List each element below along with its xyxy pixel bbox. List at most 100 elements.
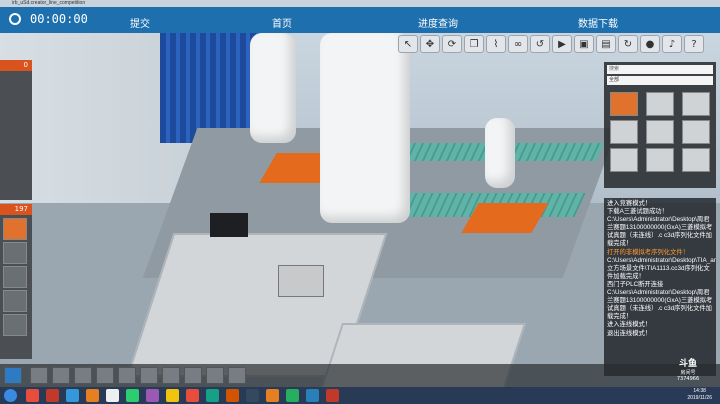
left-panel-top: 0 xyxy=(0,60,32,200)
library-item[interactable] xyxy=(682,92,710,116)
cylinder[interactable] xyxy=(485,118,515,188)
windows-taskbar: 14:38 2019/11/26 xyxy=(0,387,720,404)
wire-icon[interactable]: ⌇ xyxy=(486,35,506,53)
nav-home[interactable]: 首页 xyxy=(272,15,292,30)
app-icon[interactable] xyxy=(306,389,319,402)
lock-count: 0 xyxy=(23,61,28,69)
component-library: 搜索 全部 xyxy=(604,62,716,188)
tool-button[interactable] xyxy=(74,367,92,384)
toolbar: ↖ ✥ ⟳ ❐ ⌇ ∞ ↺ ▶ ▣ ▤ ↻ ● ♪ ? xyxy=(398,35,716,53)
nav-progress[interactable]: 进度查询 xyxy=(418,15,458,30)
nav-submit[interactable]: 提交 xyxy=(130,15,150,30)
log-line: 进入连线模式！ xyxy=(607,321,652,329)
part-slot[interactable] xyxy=(3,242,27,264)
part-slot[interactable] xyxy=(3,218,27,240)
open-icon[interactable]: ▤ xyxy=(596,35,616,53)
sound-icon[interactable]: ♪ xyxy=(662,35,682,53)
app-icon[interactable] xyxy=(286,389,299,402)
help-icon[interactable]: ? xyxy=(684,35,704,53)
parts-count-badge: 197 xyxy=(0,204,32,215)
app-icon[interactable] xyxy=(66,389,79,402)
clock-icon xyxy=(9,13,21,25)
log-line: C:\Users\Administrator\Desktop\周君兰赛题1310… xyxy=(607,216,713,248)
log-line: C:\Users\Administrator\Desktop\周君兰赛题1310… xyxy=(607,289,713,321)
nav-download[interactable]: 数据下载 xyxy=(578,15,618,30)
library-category-select[interactable]: 全部 xyxy=(607,76,713,85)
refresh-icon[interactable]: ↻ xyxy=(618,35,638,53)
timer: 00:00:00 xyxy=(30,12,88,26)
app-icon[interactable] xyxy=(326,389,339,402)
library-item[interactable] xyxy=(610,120,638,144)
window-title: irb_uSd.creator_line_competition xyxy=(12,0,86,6)
start-icon[interactable] xyxy=(4,389,17,402)
library-item[interactable] xyxy=(682,148,710,172)
reset-icon[interactable]: ↺ xyxy=(530,35,550,53)
app-icon[interactable] xyxy=(106,389,119,402)
log-line: 西门子PLC断开连接 xyxy=(607,280,664,288)
watermark-line2: 7374966 xyxy=(676,376,700,382)
bottom-toolbar xyxy=(0,364,720,387)
library-item[interactable] xyxy=(646,92,674,116)
taskbar-date: 2019/11/26 xyxy=(687,395,712,401)
library-item[interactable] xyxy=(646,120,674,144)
save-icon[interactable]: ▣ xyxy=(574,35,594,53)
part-slot[interactable] xyxy=(3,314,27,336)
lock-count-badge: 0 xyxy=(0,60,32,71)
app-icon[interactable] xyxy=(166,389,179,402)
play-icon[interactable]: ▶ xyxy=(552,35,572,53)
app-icon[interactable] xyxy=(26,389,39,402)
taskbar-time: 14:38 xyxy=(693,388,706,394)
curtain xyxy=(160,33,260,143)
stream-watermark: 斗鱼 房间号 7374966 xyxy=(668,356,708,386)
library-item[interactable] xyxy=(646,148,674,172)
watermark-brand: 斗鱼 xyxy=(678,359,697,369)
tool-button[interactable] xyxy=(30,367,48,384)
robot-arm[interactable] xyxy=(250,33,296,143)
wrench-icon[interactable] xyxy=(52,367,70,384)
log-line: 打开的非模拟考序列化文件！ xyxy=(607,248,689,256)
tool-button[interactable] xyxy=(228,367,246,384)
power-supply[interactable] xyxy=(278,265,324,297)
part-slot[interactable] xyxy=(3,290,27,312)
parts-count: 197 xyxy=(14,205,28,213)
library-item[interactable] xyxy=(682,120,710,144)
link-icon[interactable]: ∞ xyxy=(508,35,528,53)
library-search-input[interactable]: 搜索 xyxy=(607,65,713,74)
tool-button[interactable] xyxy=(184,367,202,384)
log-line: 进入竞赛模式！ xyxy=(607,200,652,207)
app-icon[interactable] xyxy=(186,389,199,402)
app-icon[interactable] xyxy=(246,389,259,402)
window-titlebar: irb_uSd.creator_line_competition xyxy=(0,0,720,7)
copy-icon[interactable]: ❐ xyxy=(464,35,484,53)
message-log: 进入竞赛模式！ 下载A三菱试题成功！ C:\Users\Administrator\… xyxy=(604,198,716,376)
select-icon[interactable]: ↖ xyxy=(398,35,418,53)
app-icon[interactable] xyxy=(146,389,159,402)
log-line: C:\Users\Administrator\Desktop\TIA_and_G… xyxy=(607,256,716,280)
part-slot[interactable] xyxy=(3,266,27,288)
rotate-icon[interactable]: ⟳ xyxy=(442,35,462,53)
robot-arm[interactable] xyxy=(320,33,410,223)
log-line: 下载A三菱试题成功！ xyxy=(607,208,668,216)
app-icon[interactable] xyxy=(126,389,139,402)
library-item[interactable] xyxy=(610,92,638,116)
move-icon[interactable]: ✥ xyxy=(420,35,440,53)
plc-module[interactable] xyxy=(210,213,248,237)
tool-button[interactable] xyxy=(96,367,114,384)
tool-button[interactable] xyxy=(206,367,224,384)
app-icon[interactable] xyxy=(266,389,279,402)
taskbar-clock[interactable]: 14:38 2019/11/26 xyxy=(687,388,712,402)
app-icon[interactable] xyxy=(86,389,99,402)
tool-button[interactable] xyxy=(118,367,136,384)
expand-icon[interactable] xyxy=(4,367,22,384)
library-item[interactable] xyxy=(610,148,638,172)
tool-button[interactable] xyxy=(162,367,180,384)
log-line: 退出连线模式！ xyxy=(607,329,652,337)
tool-button[interactable] xyxy=(140,367,158,384)
parts-panel: 197 xyxy=(0,204,32,359)
watermark-line1: 房间号 xyxy=(680,370,696,376)
app-icon[interactable] xyxy=(46,389,59,402)
top-bar: 00:00:00 提交 首页 进度查询 数据下载 xyxy=(0,7,720,33)
record-icon[interactable]: ● xyxy=(640,35,660,53)
app-icon[interactable] xyxy=(226,389,239,402)
app-icon[interactable] xyxy=(206,389,219,402)
